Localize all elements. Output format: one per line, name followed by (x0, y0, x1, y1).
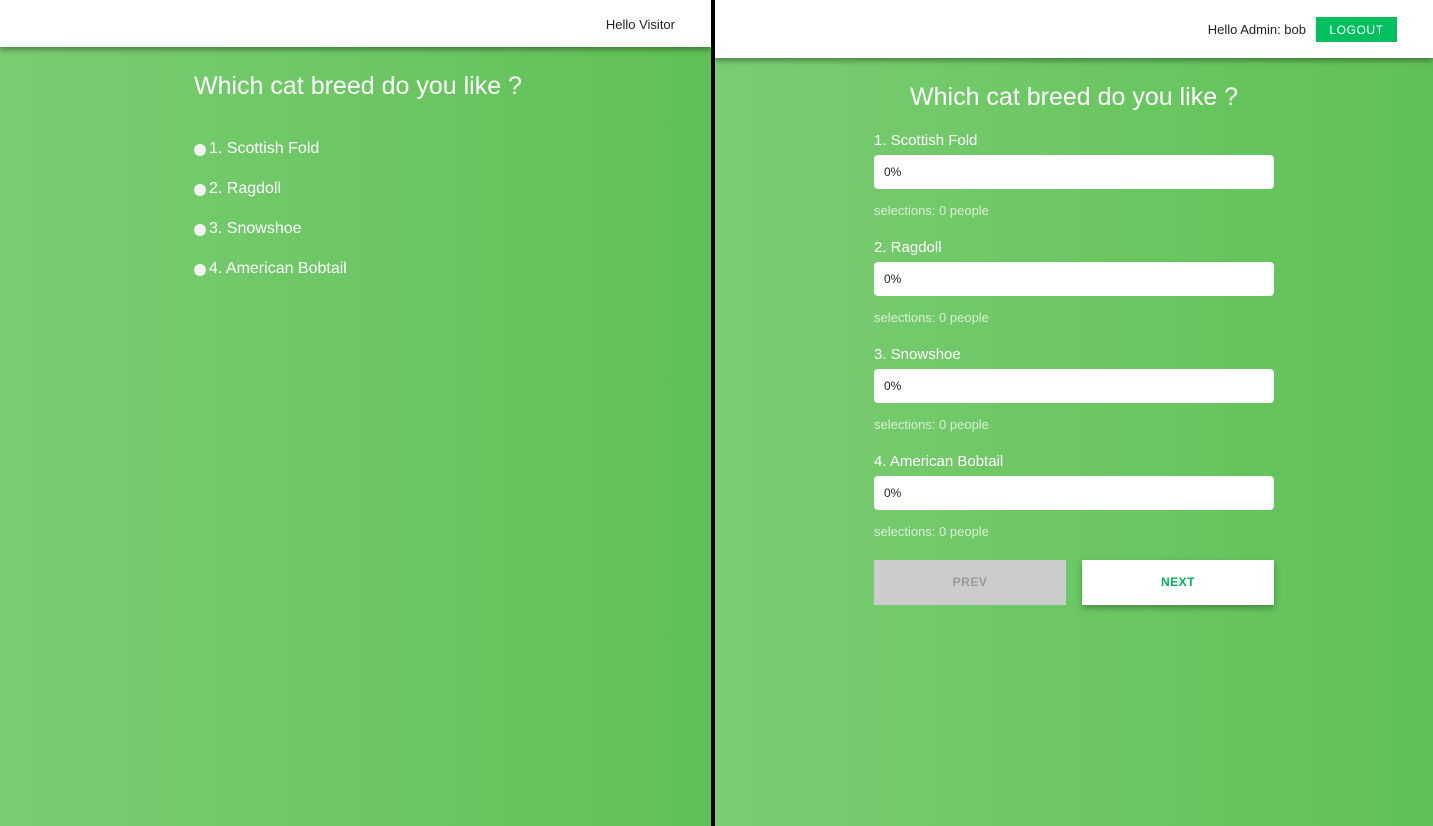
visitor-pane: Hello Visitor Which cat breed do you lik… (0, 0, 711, 826)
result-selections-scottish-fold: selections: 0 people (874, 203, 989, 218)
next-button[interactable]: NEXT (1082, 560, 1274, 605)
admin-question: Which cat breed do you like ? (910, 83, 1238, 111)
radio-icon[interactable] (194, 224, 206, 236)
option-american-bobtail[interactable]: 4. American Bobtail (194, 260, 347, 278)
result-percent: 0% (884, 272, 902, 286)
admin-greeting: Hello Admin: bob (1207, 22, 1306, 37)
logout-button[interactable]: LOGOUT (1316, 17, 1397, 42)
result-label-snowshoe: 3. Snowshoe (874, 346, 961, 363)
result-percent: 0% (884, 379, 902, 393)
result-bar-scottish-fold: 0% (874, 155, 1274, 189)
admin-pane: Hello Admin: bob LOGOUT Which cat breed … (715, 0, 1433, 826)
visitor-question: Which cat breed do you like ? (194, 72, 522, 100)
result-selections-american-bobtail: selections: 0 people (874, 524, 989, 539)
result-selections-ragdoll: selections: 0 people (874, 310, 989, 325)
result-percent: 0% (884, 165, 902, 179)
admin-header: Hello Admin: bob LOGOUT (715, 0, 1433, 58)
result-label-american-bobtail: 4. American Bobtail (874, 453, 1004, 470)
option-label: 3. Snowshoe (209, 220, 302, 237)
result-label-ragdoll: 2. Ragdoll (874, 239, 942, 256)
option-label: 4. American Bobtail (209, 260, 347, 277)
option-snowshoe[interactable]: 3. Snowshoe (194, 220, 302, 238)
radio-icon[interactable] (194, 144, 206, 156)
result-selections-snowshoe: selections: 0 people (874, 417, 989, 432)
result-bar-ragdoll: 0% (874, 262, 1274, 296)
option-label: 1. Scottish Fold (209, 140, 320, 157)
split-view: Hello Visitor Which cat breed do you lik… (0, 0, 1433, 826)
result-bar-snowshoe: 0% (874, 369, 1274, 403)
result-label-scottish-fold: 1. Scottish Fold (874, 132, 978, 149)
option-label: 2. Ragdoll (209, 180, 282, 197)
radio-icon[interactable] (194, 264, 206, 276)
visitor-header: Hello Visitor (0, 0, 711, 47)
result-percent: 0% (884, 486, 902, 500)
prev-button[interactable]: PREV (874, 560, 1066, 605)
option-ragdoll[interactable]: 2. Ragdoll (194, 180, 281, 198)
visitor-greeting: Hello Visitor (605, 17, 675, 32)
option-scottish-fold[interactable]: 1. Scottish Fold (194, 140, 319, 158)
result-bar-american-bobtail: 0% (874, 476, 1274, 510)
radio-icon[interactable] (194, 184, 206, 196)
